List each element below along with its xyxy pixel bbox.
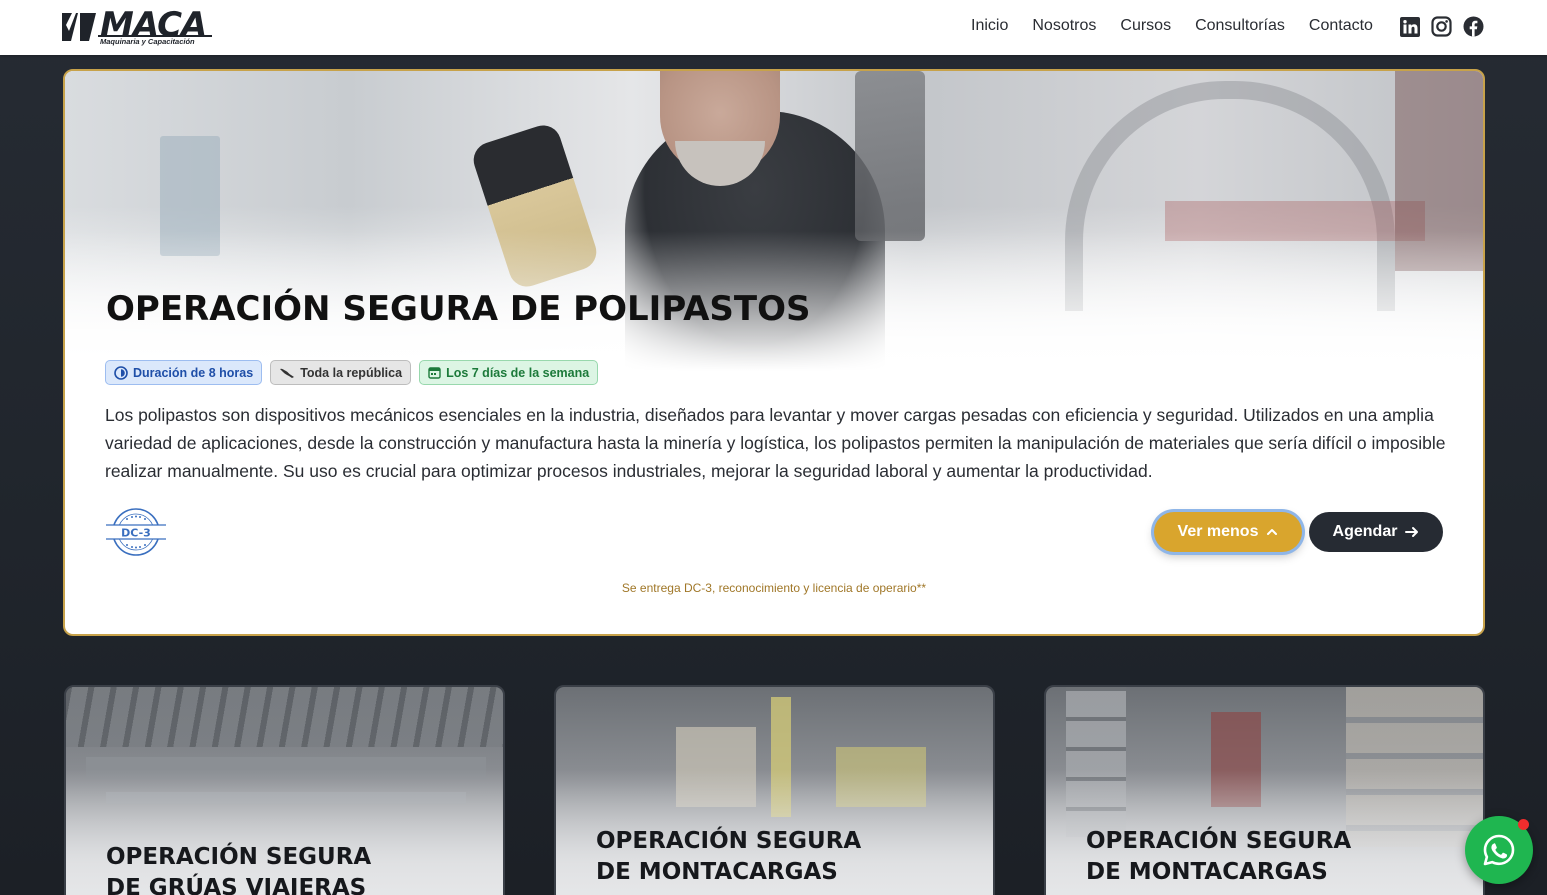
certification-footnote: Se entrega DC-3, reconocimiento y licenc… (621, 581, 927, 595)
course-card-montacargas-1[interactable]: OPERACIÓN SEGURA DE MONTACARGAS (554, 685, 995, 895)
see-less-label: Ver menos (1177, 523, 1259, 540)
nav-link-cursos[interactable]: Cursos (1120, 17, 1171, 35)
chevron-up-icon (1267, 529, 1278, 535)
instagram-icon[interactable] (1431, 16, 1452, 37)
featured-course-card: OPERACIÓN SEGURA DE POLIPASTOS Duración … (63, 69, 1485, 636)
schedule-badge: Los 7 días de la semana (419, 360, 599, 385)
social-links (1399, 16, 1484, 37)
brand-tagline: Maquinaria y Capacitación (100, 37, 195, 46)
clock-icon (114, 365, 128, 380)
course-card-title: OPERACIÓN SEGURA DE MONTACARGAS (596, 828, 862, 885)
arrow-right-icon (1405, 527, 1419, 537)
notification-dot (1518, 819, 1529, 830)
map-icon (280, 368, 295, 378)
navbar: MACA Maquinaria y Capacitación Inicio No… (0, 0, 1547, 55)
coverage-badge: Toda la república (270, 360, 412, 385)
dc3-seal: DC-3 (105, 507, 167, 557)
nav-link-inicio[interactable]: Inicio (971, 17, 1008, 35)
course-badges: Duración de 8 horas Toda la república Lo… (105, 360, 599, 385)
schedule-button-label: Agendar (1332, 523, 1398, 540)
duration-badge: Duración de 8 horas (105, 360, 263, 385)
nav-links: Inicio Nosotros Cursos Consultorías Cont… (971, 17, 1397, 35)
dc3-seal-text: DC-3 (121, 527, 151, 540)
nav-link-contacto[interactable]: Contacto (1309, 17, 1373, 35)
schedule-button[interactable]: Agendar (1309, 512, 1443, 552)
course-title: OPERACIÓN SEGURA DE POLIPASTOS (106, 289, 811, 329)
see-less-button[interactable]: Ver menos (1154, 512, 1302, 552)
facebook-icon[interactable] (1463, 16, 1484, 37)
schedule-label: Los 7 días de la semana (446, 365, 590, 380)
brand-logo[interactable]: MACA Maquinaria y Capacitación (62, 5, 218, 49)
course-card-title: OPERACIÓN SEGURA DE MONTACARGAS (1086, 828, 1352, 885)
nav-link-nosotros[interactable]: Nosotros (1032, 17, 1096, 35)
hero-hook (855, 71, 925, 241)
coverage-label: Toda la república (300, 365, 403, 380)
duration-label: Duración de 8 horas (133, 365, 254, 380)
course-card-gruas[interactable]: OPERACIÓN SEGURA DE GRÚAS VIAJERAS (64, 685, 505, 895)
course-card-montacargas-2[interactable]: OPERACIÓN SEGURA DE MONTACARGAS (1044, 685, 1485, 895)
logo-mark-icon (62, 13, 96, 41)
linkedin-icon[interactable] (1399, 16, 1420, 37)
whatsapp-icon (1483, 834, 1515, 866)
calendar-icon (428, 367, 441, 379)
course-card-title: OPERACIÓN SEGURA DE GRÚAS VIAJERAS (106, 844, 372, 895)
course-description: Los polipastos son dispositivos mecánico… (105, 405, 1446, 481)
nav-link-consultorias[interactable]: Consultorías (1195, 17, 1285, 35)
